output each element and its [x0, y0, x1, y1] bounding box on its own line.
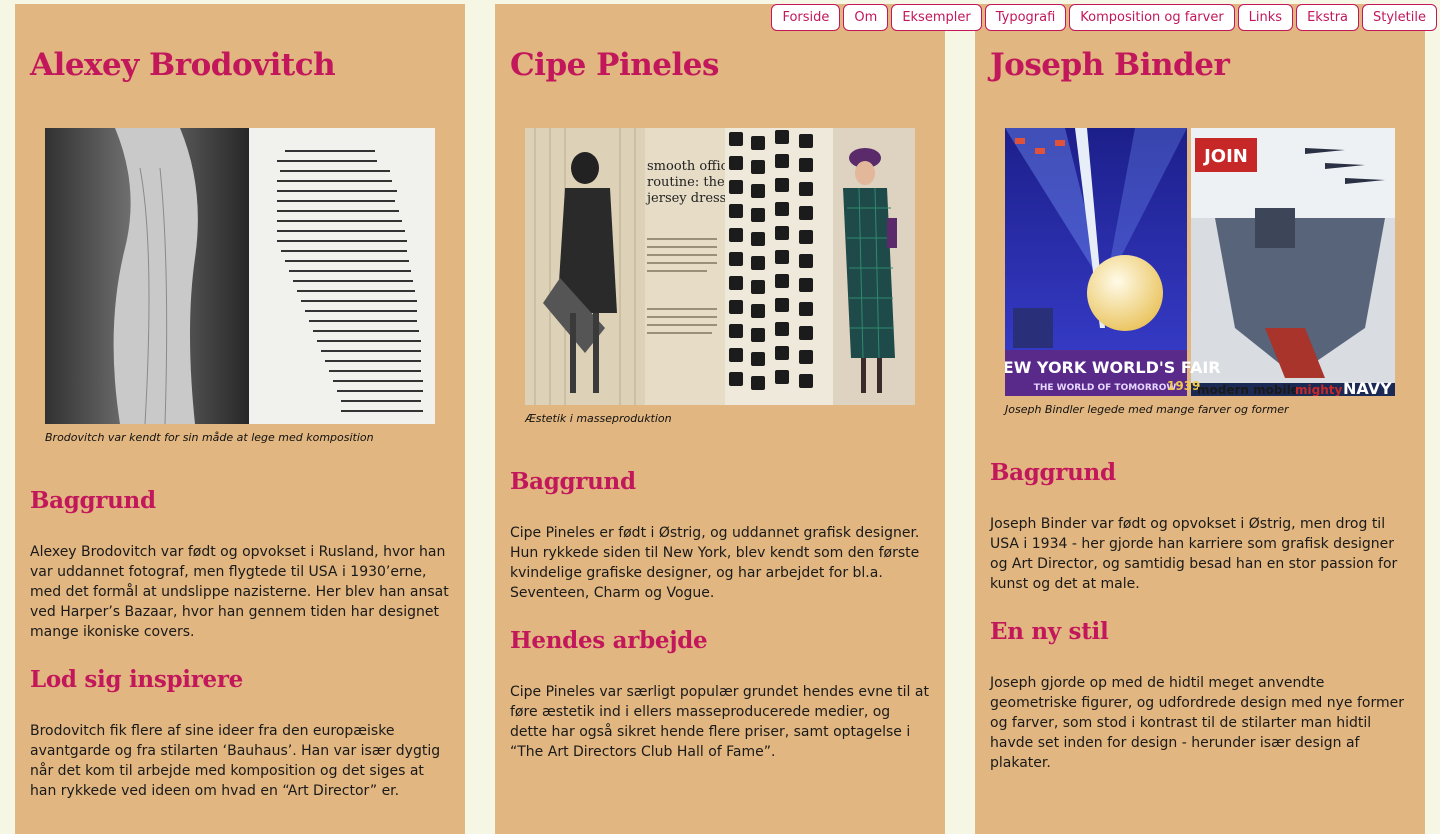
section-text: Alexey Brodovitch var født og opvokset i…: [30, 544, 449, 640]
image-caption: Æstetik i masseproduktion: [525, 412, 672, 425]
section-heading: Hendes arbejde: [510, 627, 708, 654]
nav-styletile[interactable]: Styletile: [1362, 4, 1437, 31]
nav-komposition-og-farver[interactable]: Komposition og farver: [1069, 4, 1235, 31]
section-heading: Baggrund: [30, 487, 156, 514]
top-nav: Forside Om Eksempler Typografi Kompositi…: [771, 4, 1437, 31]
section-heading: Lod sig inspirere: [30, 666, 244, 693]
section-heading: Baggrund: [510, 468, 636, 495]
poster1-title: NEW YORK WORLD'S FAIR: [1005, 358, 1221, 377]
image-caption: Brodovitch var kendt for sin måde at leg…: [45, 431, 374, 444]
poster2-navy: NAVY: [1343, 379, 1392, 396]
poster1-year: 1939: [1167, 379, 1200, 393]
designer-column-binder: Joseph Binder NEW YORK WORLD'S FAIR THE …: [975, 4, 1425, 834]
binder-posters-image: NEW YORK WORLD'S FAIR THE WORLD OF TOMOR…: [1005, 128, 1395, 396]
poster2-mighty: mighty: [1295, 383, 1342, 396]
section-text: Cipe Pineles er født i Østrig, og uddann…: [510, 525, 920, 601]
poster2-join: JOIN: [1202, 146, 1248, 167]
section-text: Joseph Binder var født og opvokset i Øst…: [990, 516, 1398, 592]
section-heading: Baggrund: [990, 459, 1116, 486]
poster1-subtitle: THE WORLD OF TOMORROW: [1034, 383, 1177, 393]
nav-ekstra[interactable]: Ekstra: [1296, 4, 1360, 31]
designer-title: Cipe Pineles: [510, 47, 719, 83]
image-caption: Joseph Bindler legede med mange farver o…: [1005, 403, 1289, 416]
section-heading: En ny stil: [990, 618, 1109, 645]
pineles-spread-image: smooth office routine: the jersey dress: [525, 128, 915, 405]
section-text: Joseph gjorde op med de hidtil meget anv…: [990, 675, 1404, 771]
designer-title: Joseph Binder: [990, 47, 1230, 83]
svg-text:smooth officeroutine: thejerse: smooth office routine: the jersey dress: [645, 159, 736, 206]
brodovitch-spread-image: [45, 128, 435, 424]
nav-links[interactable]: Links: [1237, 4, 1294, 31]
section-text: Brodovitch fik flere af sine ideer fra d…: [30, 723, 441, 799]
designer-title: Alexey Brodovitch: [30, 47, 336, 83]
section-text: Cipe Pineles var særligt populær grundet…: [510, 684, 929, 760]
designer-column-pineles: Cipe Pineles smooth office routine: the je…: [495, 4, 945, 834]
nav-forside[interactable]: Forside: [771, 4, 841, 31]
nav-typografi[interactable]: Typografi: [984, 4, 1067, 31]
designer-column-brodovitch: Alexey Brodovitch Brodovitch var kendt f…: [15, 4, 465, 834]
nav-eksempler[interactable]: Eksempler: [891, 4, 982, 31]
nav-om[interactable]: Om: [843, 4, 889, 31]
poster2-text: modern mobile: [1197, 383, 1299, 396]
